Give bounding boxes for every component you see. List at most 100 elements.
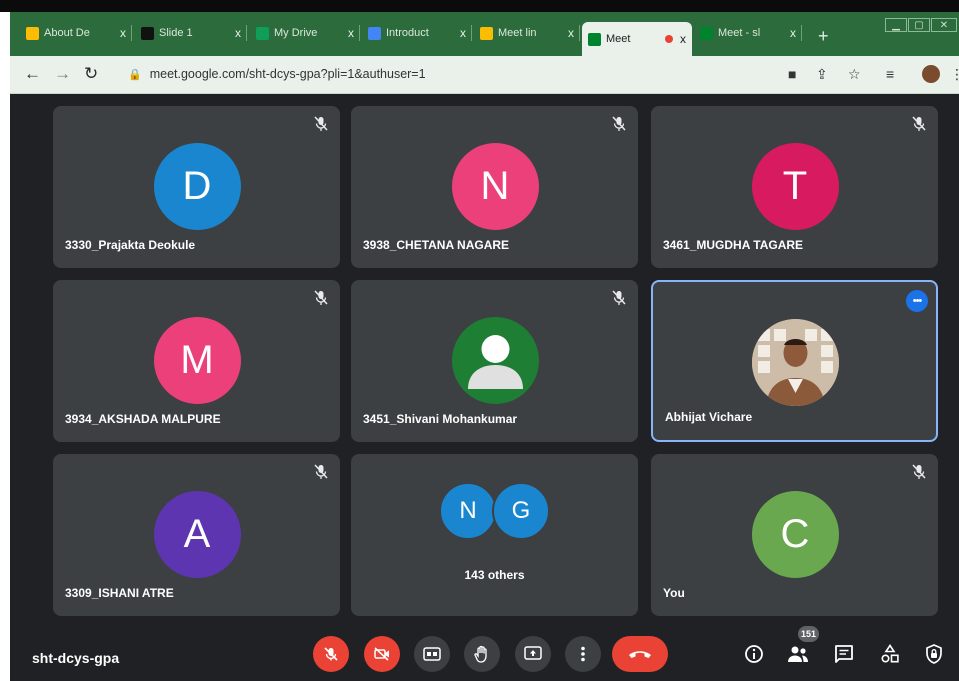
maximize-window-button[interactable]: ▢ <box>908 18 930 32</box>
tab-close-icon[interactable]: x <box>348 26 354 40</box>
participant-tile[interactable]: D 3330_Prajakta Deokule <box>53 106 340 268</box>
profile-photo-icon <box>751 319 839 406</box>
participant-name: 3938_CHETANA NAGARE <box>363 238 510 252</box>
participant-tile[interactable]: M 3934_AKSHADA MALPURE <box>53 280 340 442</box>
present-screen-button[interactable] <box>515 636 551 672</box>
address-bar[interactable]: 🔒 meet.google.com/sht-dcys-gpa?pli=1&aut… <box>122 62 798 86</box>
camera-off-icon <box>374 647 389 661</box>
participant-tile[interactable]: C You <box>651 454 938 616</box>
participant-name: You <box>663 586 685 600</box>
tab-favicon-icon <box>141 26 154 40</box>
avatar: T <box>751 143 839 230</box>
tile-options-button[interactable]: ••• <box>906 290 928 312</box>
tab-favicon-icon <box>480 26 493 40</box>
meeting-stage: D 3330_Prajakta Deokule N 3938_CHETANA NAGA… <box>10 94 959 681</box>
present-icon <box>524 646 542 660</box>
tab-separator <box>471 25 472 41</box>
avatar: N <box>451 143 539 230</box>
browser-tab[interactable]: Meet - sl x <box>694 18 802 48</box>
camera-indicator-icon[interactable]: ■ <box>788 66 796 82</box>
avatar: A <box>153 491 241 578</box>
participant-name: Abhijat Vichare <box>665 410 753 424</box>
reading-list-icon[interactable]: ≡ <box>886 66 894 82</box>
captions-button[interactable] <box>414 636 450 672</box>
tab-separator <box>579 25 580 41</box>
browser-tab[interactable]: Introduct x <box>362 18 472 48</box>
mic-off-icon <box>324 647 338 661</box>
meeting-details-button[interactable] <box>742 642 766 666</box>
reload-icon[interactable]: ↻ <box>84 64 98 84</box>
browser-tab[interactable]: Meet lin x <box>474 18 580 48</box>
other-participant-avatar: N <box>439 482 497 540</box>
host-controls-button[interactable] <box>922 642 946 666</box>
browser-tab[interactable]: My Drive x <box>250 18 360 48</box>
tab-separator <box>359 25 360 41</box>
profile-avatar[interactable] <box>922 65 940 83</box>
info-icon <box>745 645 763 663</box>
participant-count-badge: 151 <box>798 626 820 642</box>
mic-off-icon <box>912 116 926 131</box>
participant-name: 3461_MUGDHA TAGARE <box>663 238 804 252</box>
share-icon[interactable]: ⇪ <box>816 66 828 83</box>
screen-top-strip <box>0 0 959 12</box>
mic-off-icon <box>314 290 328 305</box>
close-window-button[interactable]: ✕ <box>931 18 957 32</box>
address-toolbar: ← → ↻ 🔒 meet.google.com/sht-dcys-gpa?pli… <box>10 56 959 94</box>
avatar: C <box>751 491 839 578</box>
mic-off-icon <box>314 116 328 131</box>
tab-favicon-icon <box>368 26 381 40</box>
tab-favicon-icon <box>588 32 601 46</box>
meeting-code: sht-dcys-gpa <box>32 650 120 666</box>
other-participant-avatar: G <box>492 482 550 540</box>
tab-close-icon[interactable]: x <box>460 26 466 40</box>
tab-title: Meet lin <box>498 27 537 39</box>
back-arrow-icon[interactable]: ← <box>24 64 41 84</box>
participant-tile[interactable]: T 3461_MUGDHA TAGARE <box>651 106 938 268</box>
captions-icon <box>423 647 441 661</box>
avatar: D <box>153 143 241 230</box>
participant-name: 3934_AKSHADA MALPURE <box>65 412 221 426</box>
tab-close-icon[interactable]: x <box>120 26 126 40</box>
camera-off-button[interactable] <box>364 636 400 672</box>
participant-tile[interactable]: N G 143 others <box>351 454 638 616</box>
browser-menu-icon[interactable]: ⋮ <box>950 66 959 83</box>
mic-off-icon <box>314 464 328 479</box>
participant-tile[interactable]: 3451_Shivani Mohankumar <box>351 280 638 442</box>
participant-name: 3309_ISHANI ATRE <box>65 586 174 600</box>
tab-title: About De <box>44 27 90 39</box>
leave-call-button[interactable] <box>612 636 668 672</box>
bookmark-star-icon[interactable]: ☆ <box>848 66 861 83</box>
participant-tile[interactable]: ••• Abhijat Vichare <box>651 280 938 442</box>
participant-tile[interactable]: N 3938_CHETANA NAGARE <box>351 106 638 268</box>
activities-icon <box>881 644 899 663</box>
show-everyone-button[interactable] <box>786 642 810 666</box>
browser-tab[interactable]: About De x <box>20 18 132 48</box>
minimize-window-button[interactable]: ▁ <box>885 18 907 32</box>
tab-close-icon[interactable]: x <box>680 32 686 46</box>
tab-close-icon[interactable]: x <box>568 26 574 40</box>
participant-name: 3330_Prajakta Deokule <box>65 238 196 252</box>
browser-tab[interactable]: Meet x <box>582 22 692 56</box>
chat-button[interactable] <box>832 642 856 666</box>
tab-separator <box>131 25 132 41</box>
tab-close-icon[interactable]: x <box>790 26 796 40</box>
raise-hand-button[interactable] <box>464 636 500 672</box>
shield-lock-icon <box>926 644 942 664</box>
forward-arrow-icon[interactable]: → <box>54 64 71 84</box>
participant-tile[interactable]: A 3309_ISHANI ATRE <box>53 454 340 616</box>
avatar <box>451 317 539 404</box>
chat-icon <box>835 645 853 663</box>
tab-favicon-icon <box>256 26 269 40</box>
browser-tab[interactable]: Slide 1 x <box>135 18 247 48</box>
others-count-label: 143 others <box>464 568 525 582</box>
more-options-button[interactable] <box>565 636 601 672</box>
hand-icon <box>474 645 487 663</box>
activities-button[interactable] <box>878 642 902 666</box>
new-tab-button[interactable]: + <box>818 26 829 47</box>
tab-favicon-icon <box>700 26 713 40</box>
mic-off-icon <box>612 116 626 131</box>
tab-close-icon[interactable]: x <box>235 26 241 40</box>
participant-name: 3451_Shivani Mohankumar <box>363 412 518 426</box>
avatar: M <box>153 317 241 404</box>
microphone-off-button[interactable] <box>313 636 349 672</box>
